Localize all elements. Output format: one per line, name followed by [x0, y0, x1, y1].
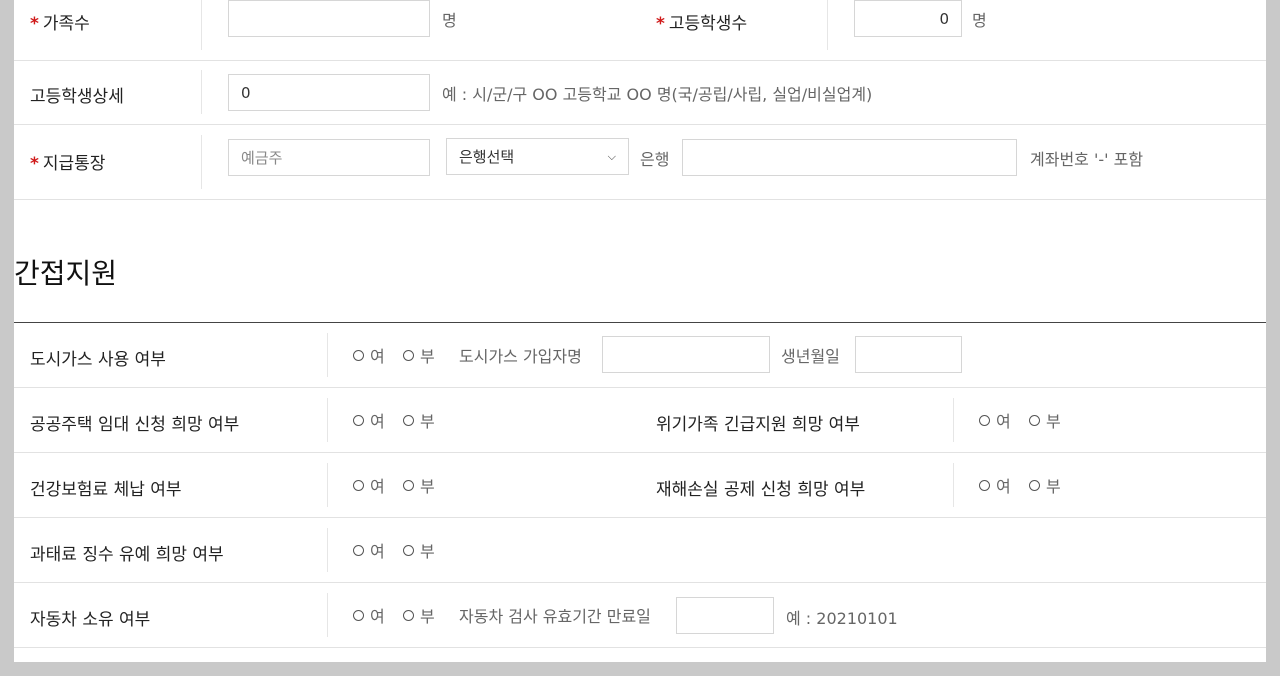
divider: [201, 135, 202, 189]
family-count-input[interactable]: [228, 0, 430, 37]
high-student-detail-hint: 예 : 시/군/구 OO 고등학교 OO 명(국/공립/사립, 실업/비실업계): [442, 85, 873, 104]
radio-label: 여: [370, 542, 385, 561]
account-number-input[interactable]: [682, 139, 1017, 176]
row-family-count: *가족수 명 *고등학생수 명: [14, 0, 1266, 61]
divider: [327, 528, 328, 572]
radio-circle: [353, 544, 364, 556]
health-insurance-label: 건강보험료 체납 여부: [30, 480, 182, 500]
crisis-family-no-radio[interactable]: 부: [1029, 408, 1061, 432]
bank-select[interactable]: 은행선택 ⌵: [446, 138, 629, 175]
car-yes-radio[interactable]: 여: [353, 603, 385, 627]
divider: [953, 463, 954, 507]
radio-label: 부: [420, 607, 435, 626]
radio-label: 부: [420, 542, 435, 561]
city-gas-yes-radio[interactable]: 여: [353, 343, 385, 367]
divider: [201, 0, 202, 50]
divider: [827, 0, 828, 50]
radio-circle: [979, 479, 990, 491]
car-inspection-label: 자동차 검사 유효기간 만료일: [459, 607, 651, 626]
divider: [327, 398, 328, 442]
radio-circle: [403, 479, 414, 491]
divider: [327, 463, 328, 507]
radio-circle: [353, 479, 364, 491]
payment-account-label: * 지급통장: [30, 154, 106, 174]
birth-date-label: 생년월일: [781, 347, 840, 366]
high-student-detail-input[interactable]: [228, 74, 430, 111]
radio-circle: [1029, 479, 1040, 491]
fine-deferral-no-radio[interactable]: 부: [403, 538, 435, 562]
car-ownership-label: 자동차 소유 여부: [30, 610, 151, 630]
disaster-loss-no-radio[interactable]: 부: [1029, 473, 1061, 497]
row-health-insurance: 건강보험료 체납 여부 여 부 재해손실 공제 신청 희망 여부 여 부: [14, 453, 1266, 518]
row-city-gas: 도시가스 사용 여부 여 부 도시가스 가입자명 생년월일: [14, 323, 1266, 388]
account-holder-input[interactable]: [228, 139, 430, 176]
radio-label: 부: [420, 347, 435, 366]
radio-circle: [979, 414, 990, 426]
radio-circle: [403, 349, 414, 361]
fine-deferral-label: 과태료 징수 유예 희망 여부: [30, 545, 224, 565]
high-student-count-unit: 명: [972, 11, 987, 30]
radio-label: 부: [420, 477, 435, 496]
divider: [327, 333, 328, 377]
row-high-student-detail: 고등학생상세 예 : 시/군/구 OO 고등학교 OO 명(국/공립/사립, 실…: [14, 60, 1266, 125]
high-student-detail-label: 고등학생상세: [30, 87, 124, 107]
public-housing-no-radio[interactable]: 부: [403, 408, 435, 432]
crisis-family-label: 위기가족 긴급지원 희망 여부: [656, 415, 860, 435]
radio-circle: [403, 609, 414, 621]
radio-label: 부: [1046, 412, 1061, 431]
public-housing-label: 공공주택 임대 신청 희망 여부: [30, 415, 240, 435]
city-gas-label: 도시가스 사용 여부: [30, 350, 166, 370]
section-title: 간접지원: [14, 257, 118, 290]
high-student-count-label: * 고등학생수: [656, 14, 748, 34]
radio-label: 부: [1046, 477, 1061, 496]
radio-circle: [353, 349, 364, 361]
radio-label: 여: [996, 477, 1011, 496]
car-no-radio[interactable]: 부: [403, 603, 435, 627]
health-insurance-yes-radio[interactable]: 여: [353, 473, 385, 497]
car-inspection-date-input[interactable]: [676, 597, 774, 634]
fine-deferral-yes-radio[interactable]: 여: [353, 538, 385, 562]
bank-select-value: 은행선택: [459, 148, 515, 166]
radio-label: 여: [370, 607, 385, 626]
city-gas-subscriber-input[interactable]: [602, 336, 770, 373]
health-insurance-no-radio[interactable]: 부: [403, 473, 435, 497]
radio-label: 여: [996, 412, 1011, 431]
radio-circle: [353, 414, 364, 426]
form-panel: *가족수 명 *고등학생수 명 고등학생상세 예 : 시/군/구 OO 고등학교…: [14, 0, 1266, 662]
row-public-housing: 공공주택 임대 신청 희망 여부 여 부 위기가족 긴급지원 희망 여부 여 부: [14, 388, 1266, 453]
radio-circle: [353, 609, 364, 621]
car-inspection-example: 예 : 20210101: [786, 609, 898, 628]
disaster-loss-label: 재해손실 공제 신청 희망 여부: [656, 480, 866, 500]
bank-suffix: 은행: [640, 150, 670, 169]
city-gas-no-radio[interactable]: 부: [403, 343, 435, 367]
birth-date-input[interactable]: [855, 336, 962, 373]
row-payment-account: *지급통장 은행선택 ⌵ 은행 계좌번호 '-' 포함: [14, 125, 1266, 200]
radio-circle: [1029, 414, 1040, 426]
radio-circle: [403, 414, 414, 426]
required-mark: *: [656, 14, 665, 34]
city-gas-subscriber-label: 도시가스 가입자명: [459, 347, 582, 366]
required-mark: *: [30, 14, 39, 34]
row-car-ownership: 자동차 소유 여부 여 부 자동차 검사 유효기간 만료일 예 : 202101…: [14, 583, 1266, 648]
divider: [201, 70, 202, 114]
public-housing-yes-radio[interactable]: 여: [353, 408, 385, 432]
family-count-label: * 가족수: [30, 14, 90, 34]
radio-label: 여: [370, 412, 385, 431]
row-fine-deferral: 과태료 징수 유예 희망 여부 여 부: [14, 518, 1266, 583]
radio-label: 부: [420, 412, 435, 431]
divider: [327, 593, 328, 637]
divider: [953, 398, 954, 442]
required-mark: *: [30, 154, 39, 174]
radio-label: 여: [370, 477, 385, 496]
radio-label: 여: [370, 347, 385, 366]
chevron-down-icon: ⌵: [607, 149, 616, 163]
account-number-hint: 계좌번호 '-' 포함: [1030, 150, 1144, 169]
crisis-family-yes-radio[interactable]: 여: [979, 408, 1011, 432]
radio-circle: [403, 544, 414, 556]
family-count-unit: 명: [442, 11, 457, 30]
disaster-loss-yes-radio[interactable]: 여: [979, 473, 1011, 497]
high-student-count-input[interactable]: [854, 0, 962, 37]
